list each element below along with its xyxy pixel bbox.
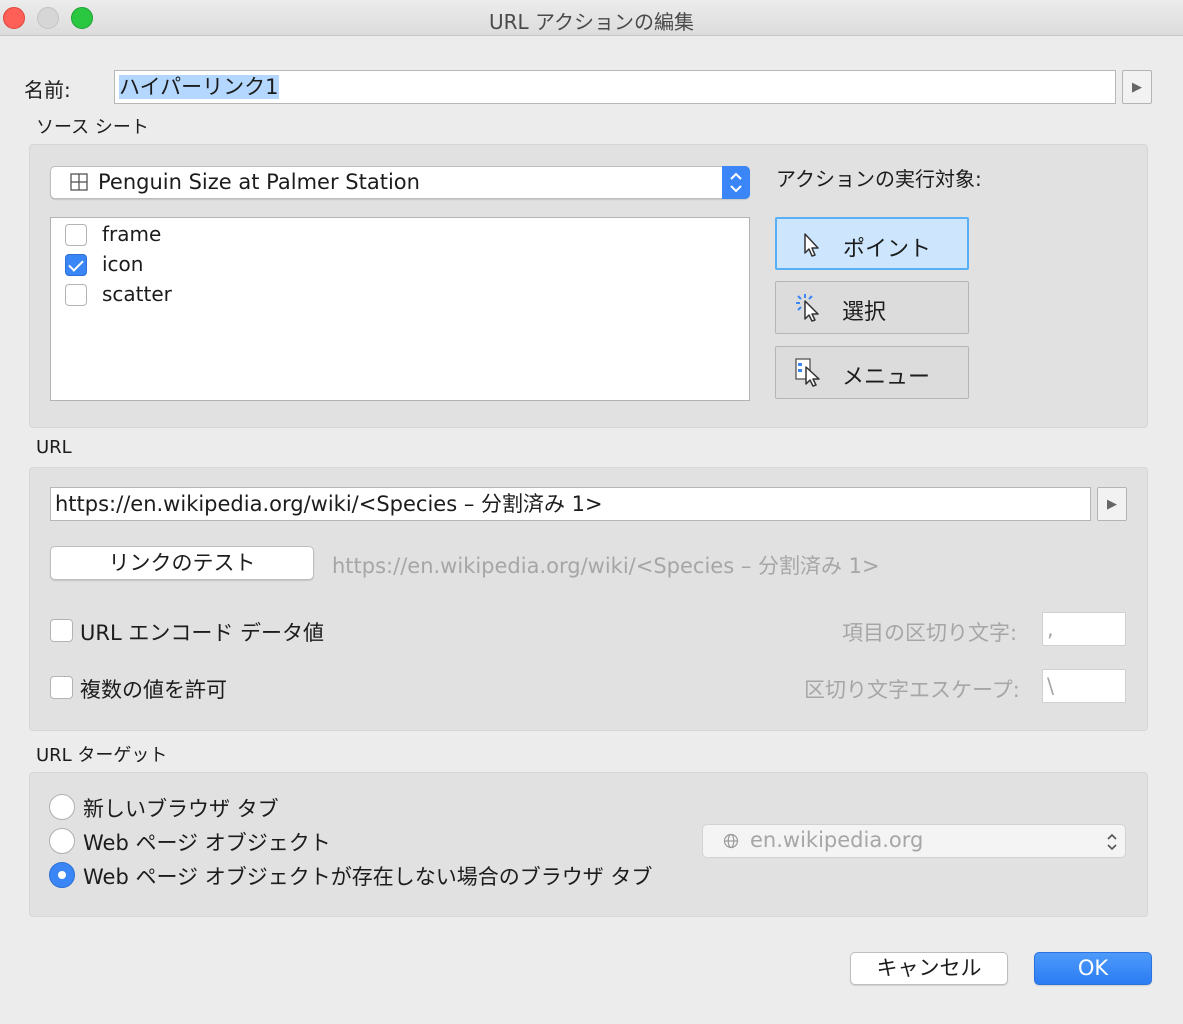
item-delimiter-field[interactable]: , <box>1042 612 1126 646</box>
name-field[interactable]: ハイパーリンク1 <box>114 70 1116 104</box>
source-sheet-section-label: ソース シート <box>36 117 149 138</box>
allow-multiple-checkbox[interactable] <box>50 676 73 699</box>
escape-value: \ <box>1047 674 1055 698</box>
action-menu-label: メニュー <box>842 365 931 390</box>
url-target-section-label: URL ターゲット <box>36 745 168 766</box>
url-preview: https://en.wikipedia.org/wiki/<Species –… <box>332 554 880 578</box>
triangle-right-icon: ▶ <box>1107 496 1117 512</box>
item-label-frame: frame <box>102 222 162 246</box>
triangle-right-icon: ▶ <box>1132 79 1142 95</box>
url-encode-label: URL エンコード データ値 <box>80 621 325 645</box>
url-field[interactable]: https://en.wikipedia.org/wiki/<Species –… <box>50 487 1091 521</box>
cancel-button[interactable]: キャンセル <box>850 952 1008 985</box>
test-link-button[interactable]: リンクのテスト <box>50 546 314 580</box>
item-delimiter-label: 項目の区切り文字: <box>842 621 1018 645</box>
run-action-on-label: アクションの実行対象: <box>776 167 982 191</box>
escape-label: 区切り文字エスケープ: <box>804 678 1020 702</box>
item-label-icon: icon <box>102 252 144 276</box>
sheet-grid-icon <box>70 173 88 191</box>
sheet-item-list: frame icon scatter <box>50 217 750 401</box>
item-label-scatter: scatter <box>102 282 172 306</box>
cancel-label: キャンセル <box>876 956 982 980</box>
name-label: 名前: <box>24 78 71 102</box>
target-web-object-radio[interactable] <box>49 828 75 854</box>
test-link-label: リンクのテスト <box>108 551 256 575</box>
action-hover-button[interactable]: ポイント <box>775 217 969 270</box>
target-web-object-label: Web ページ オブジェクト <box>83 831 331 855</box>
url-value: https://en.wikipedia.org/wiki/<Species –… <box>55 492 603 516</box>
target-fallback-radio[interactable] <box>49 862 75 888</box>
escape-field[interactable]: \ <box>1042 669 1126 703</box>
globe-icon <box>723 833 739 849</box>
menu-pointer-icon <box>795 358 820 387</box>
ok-label: OK <box>1077 956 1109 980</box>
url-insert-button[interactable]: ▶ <box>1097 487 1127 521</box>
target-new-tab-label: 新しいブラウザ タブ <box>83 797 279 821</box>
sheet-select[interactable]: Penguin Size at Palmer Station <box>50 166 750 199</box>
action-select-button[interactable]: 選択 <box>775 281 969 334</box>
pointer-icon <box>804 233 819 257</box>
item-checkbox-scatter[interactable] <box>65 284 87 306</box>
name-insert-button[interactable]: ▶ <box>1122 70 1152 104</box>
action-menu-button[interactable]: メニュー <box>775 346 969 399</box>
web-object-select[interactable]: en.wikipedia.org <box>702 824 1126 858</box>
title-bar: URL アクションの編集 <box>0 0 1183 36</box>
target-fallback-label: Web ページ オブジェクトが存在しない場合のブラウザ タブ <box>83 865 653 889</box>
item-delimiter-value: , <box>1047 617 1054 641</box>
name-value: ハイパーリンク1 <box>119 75 279 99</box>
sheet-select-value: Penguin Size at Palmer Station <box>98 170 420 194</box>
allow-multiple-label: 複数の値を許可 <box>80 678 227 702</box>
action-hover-label: ポイント <box>843 237 932 262</box>
target-new-tab-radio[interactable] <box>49 794 75 820</box>
sheet-select-stepper[interactable] <box>722 166 750 199</box>
item-checkbox-frame[interactable] <box>65 224 87 246</box>
url-section-label: URL <box>36 437 72 458</box>
action-select-label: 選択 <box>842 300 887 325</box>
url-encode-checkbox[interactable] <box>50 619 73 642</box>
select-pointer-icon <box>796 294 819 322</box>
window-title: URL アクションの編集 <box>488 10 695 34</box>
chevron-updown-icon <box>1107 833 1117 851</box>
item-checkbox-icon[interactable] <box>65 254 87 276</box>
ok-button[interactable]: OK <box>1034 952 1152 985</box>
chevron-updown-icon <box>730 172 742 193</box>
web-object-value: en.wikipedia.org <box>750 828 924 852</box>
